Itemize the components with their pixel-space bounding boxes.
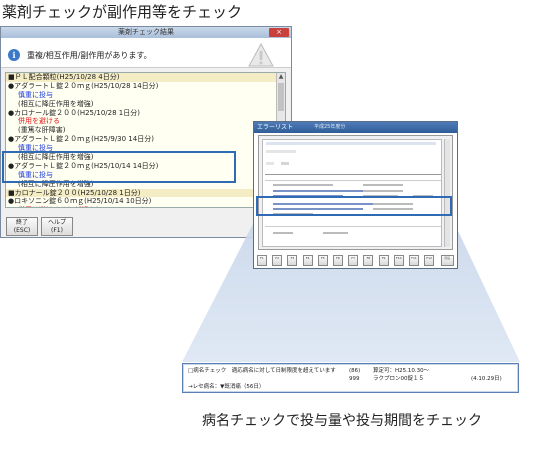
error-list-content[interactable] <box>262 139 442 247</box>
list-item: ●アダラートＬ錠２０ｍｇ(H25/9/30 14日分) <box>8 135 154 144</box>
error-list-window: エラーリスト 平成25年度分 F1 F2 F3 F4 F5 F6 F7 F8 F9 F10 F11 F… <box>253 121 458 269</box>
exit-button-key: (ESC) <box>13 227 31 234</box>
exit-button-label: 終了 <box>15 219 28 226</box>
help-button[interactable]: ヘルプ (F1) <box>41 217 73 236</box>
drug-check-result-dialog: 薬剤チェック結果 × i 重複/相互作用/副作用があります。 ■ＰＬ配合顆粒(H… <box>0 26 292 238</box>
fkey-button[interactable]: F3 <box>287 255 298 266</box>
zoom-period: (4.10.29日) <box>471 376 502 382</box>
fkey-button[interactable]: F10 <box>393 255 404 266</box>
list-item: ■ＰＬ配合顆粒(H25/10/28 4日分) <box>6 73 285 82</box>
list-item: 慎重に投与 <box>18 90 53 99</box>
message-row: i 重複/相互作用/副作用があります。 <box>1 38 291 68</box>
scroll-thumb[interactable] <box>278 83 284 111</box>
zoom-drug1: 算定可：H25.10.30～ <box>373 368 430 374</box>
fkey-button[interactable]: F5 <box>317 255 328 266</box>
list-item: ●アダラートＬ錠２０ｍｇ(H25/10/28 14日分) <box>8 81 159 90</box>
highlight-frame-disease <box>256 196 452 216</box>
fkey-button[interactable]: F9 <box>378 255 389 266</box>
fkey-button[interactable]: F7 <box>348 255 359 266</box>
exit-button[interactable]: 終了 (ESC) <box>6 217 38 236</box>
error-list-title: エラーリスト <box>257 124 294 131</box>
warning-icon <box>248 42 274 67</box>
fkey-button[interactable]: F6 <box>333 255 343 266</box>
list-item: (相互に降圧作用を増強) <box>18 99 94 108</box>
zoom-subline: →レセ病名：▼既消痛（56日） <box>188 384 265 390</box>
help-button-label: ヘルプ <box>47 219 66 226</box>
error-list-titlebar: エラーリスト 平成25年度分 <box>254 122 457 133</box>
zoomed-detail-panel: □病名チェック 適応病名に対して日制限度を超えています (86) 算定可：H25… <box>182 363 519 393</box>
info-icon: i <box>8 49 20 61</box>
list-item: (重篤な肝障害) <box>18 126 66 135</box>
result-message: 重複/相互作用/副作用があります。 <box>27 51 152 60</box>
fkey-button[interactable]: F1 <box>257 255 267 266</box>
function-key-bar: F1 F2 F3 F4 F5 F6 F7 F8 F9 F10 F11 F12 閉る <box>257 255 455 266</box>
list-item: 併用を避ける <box>18 117 60 126</box>
fkey-button[interactable]: F8 <box>363 255 374 266</box>
error-list-subtitle: 平成25年度分 <box>314 124 346 130</box>
interaction-list[interactable]: ■ＰＬ配合顆粒(H25/10/28 4日分) ●アダラートＬ錠２０ｍｇ(H25/1… <box>5 72 286 208</box>
help-button-key: (F1) <box>51 227 63 234</box>
close-fkey-button[interactable]: 閉る <box>441 255 454 266</box>
interaction-lines: ■ＰＬ配合顆粒(H25/10/28 4日分) ●アダラートＬ錠２０ｍｇ(H25/1… <box>6 73 285 207</box>
error-list-scrollbar[interactable] <box>444 139 450 247</box>
zoom-code1: (86) <box>349 368 361 374</box>
fkey-button[interactable]: F12 <box>424 255 435 266</box>
zoom-drug2: ラクプロン00錠１５ <box>373 376 424 382</box>
highlight-frame-drug <box>2 151 236 183</box>
dialog-title: 薬剤チェック結果 <box>118 28 174 36</box>
caption-disease-check: 病名チェックで投与量や投与期間をチェック <box>202 413 482 429</box>
fkey-button[interactable]: F11 <box>409 255 419 266</box>
caption-drug-check: 薬剤チェックが副作用等をチェック <box>2 3 243 21</box>
fkey-button[interactable]: F4 <box>302 255 313 266</box>
dialog-titlebar: 薬剤チェック結果 × <box>1 27 291 38</box>
fkey-button[interactable]: F2 <box>272 255 283 266</box>
close-button[interactable]: × <box>269 28 289 37</box>
scroll-up-icon[interactable]: ▲ <box>277 73 285 81</box>
list-item: 併用は避けることが望ましい <box>6 206 285 207</box>
zoom-code2: 999 <box>349 376 360 382</box>
zoom-check-label: □病名チェック 適応病名に対して日制限度を超えています <box>188 368 336 374</box>
